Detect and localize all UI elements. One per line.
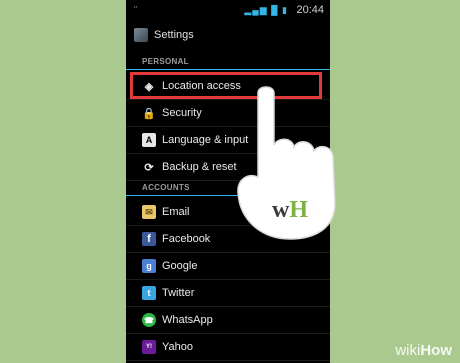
account-item-label: Yahoo [162, 341, 193, 353]
account-item-whatsapp[interactable]: ☎ WhatsApp [126, 307, 330, 334]
settings-item-label: Backup & reset [162, 161, 237, 173]
account-item-label: Twitter [162, 287, 195, 299]
account-item-yahoo[interactable]: Y! Yahoo [126, 334, 330, 361]
section-header-personal: PERSONAL [126, 55, 330, 70]
action-bar[interactable]: Settings [126, 22, 330, 48]
google-icon: g [142, 259, 156, 273]
email-icon: ✉ [142, 205, 156, 219]
whatsapp-icon: ☎ [142, 313, 156, 327]
account-item-label: Facebook [162, 233, 211, 245]
backup-icon: ⟳ [144, 161, 154, 174]
account-item-google[interactable]: g Google [126, 253, 330, 280]
settings-item-label: Security [162, 107, 202, 119]
lock-icon: 🔒 [142, 107, 156, 120]
status-bar: ′′ ▂▄▆ █ ▮ 20:44 [126, 0, 330, 22]
signal-icon: ▂▄▆ [244, 5, 268, 15]
status-left-text: ′′ [134, 5, 137, 14]
wikihow-logo: wH [272, 197, 309, 223]
settings-app-icon [134, 28, 148, 42]
keyboard-icon: A [142, 133, 156, 147]
facebook-icon: f [142, 232, 156, 246]
status-time: 20:44 [296, 4, 324, 16]
twitter-icon: t [142, 286, 156, 300]
page-title: Settings [154, 29, 194, 41]
yahoo-icon: Y! [142, 340, 156, 354]
status-icons: ▂▄▆ █ ▮ [244, 5, 288, 16]
battery-icon: ▮ [282, 5, 288, 15]
account-item-label: Email [162, 206, 190, 218]
account-item-label: WhatsApp [162, 314, 213, 326]
wifi-icon: █ [271, 5, 279, 15]
account-item-label: Google [162, 260, 198, 272]
wikihow-watermark: wikiHow [395, 342, 452, 359]
account-item-twitter[interactable]: t Twitter [126, 280, 330, 307]
